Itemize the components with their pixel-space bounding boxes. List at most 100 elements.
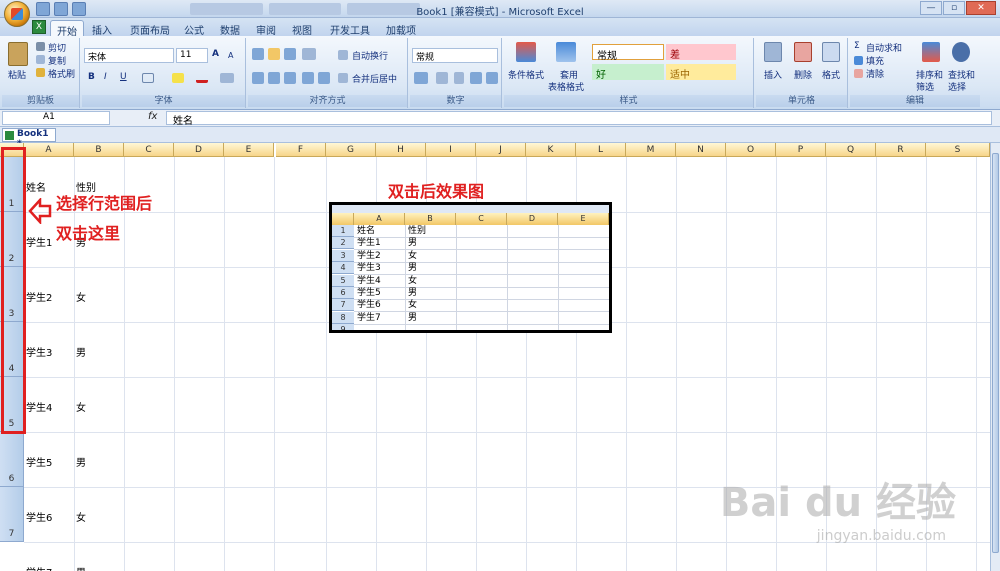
paste-button[interactable]: 粘贴 (8, 68, 26, 81)
border-icon[interactable] (142, 73, 154, 83)
cell-a4[interactable]: 学生3 (26, 344, 52, 359)
align-left-icon[interactable] (252, 72, 264, 84)
style-bad[interactable]: 差 (666, 44, 736, 61)
cell-a2[interactable]: 学生1 (26, 234, 52, 249)
align-middle-icon[interactable] (268, 48, 280, 60)
clear-button[interactable]: 清除 (866, 67, 884, 80)
cell-a6[interactable]: 学生5 (26, 454, 52, 469)
maximize-button[interactable]: ▫ (943, 1, 965, 15)
orientation-icon[interactable] (302, 48, 316, 60)
tab-review[interactable]: 审阅 (250, 20, 282, 37)
align-bottom-icon[interactable] (284, 48, 296, 60)
style-neutral[interactable]: 适中 (666, 64, 736, 81)
cell-a5[interactable]: 学生4 (26, 399, 52, 414)
cell-a7[interactable]: 学生6 (26, 509, 52, 524)
formula-input[interactable]: 姓名 (166, 111, 992, 127)
autosum-button[interactable]: 自动求和 (866, 41, 902, 54)
cell-b5[interactable]: 女 (76, 399, 86, 414)
insert-cells-button[interactable]: 插入 (764, 68, 782, 81)
tab-view[interactable]: 视图 (286, 20, 318, 37)
tab-data[interactable]: 数据 (214, 20, 246, 37)
column-header-r[interactable]: R (876, 143, 926, 157)
phonetic-icon[interactable] (220, 73, 234, 83)
column-header-q[interactable]: Q (826, 143, 876, 157)
format-cells-button[interactable]: 格式 (822, 68, 840, 81)
close-button[interactable]: ✕ (966, 1, 996, 15)
column-header-b[interactable]: B (74, 143, 124, 157)
paste-icon[interactable] (8, 42, 28, 66)
cell-a3[interactable]: 学生2 (26, 289, 52, 304)
increase-decimal-icon[interactable] (470, 72, 482, 84)
font-color-icon[interactable] (196, 73, 208, 83)
column-header-d[interactable]: D (174, 143, 224, 157)
scrollbar-thumb[interactable] (992, 153, 999, 553)
column-header-s[interactable]: S (926, 143, 990, 157)
tab-formulas[interactable]: 公式 (178, 20, 210, 37)
tab-home[interactable]: 开始 (50, 20, 84, 38)
comma-icon[interactable] (454, 72, 464, 84)
minimize-button[interactable]: — (920, 1, 942, 15)
decrease-indent-icon[interactable] (302, 72, 314, 84)
column-header-c[interactable]: C (124, 143, 174, 157)
conditional-format-button[interactable]: 条件格式 (508, 68, 544, 81)
column-header-o[interactable]: O (726, 143, 776, 157)
align-top-icon[interactable] (252, 48, 264, 60)
find-select-label-2[interactable]: 选择 (948, 80, 966, 93)
column-header-k[interactable]: K (526, 143, 576, 157)
office-button[interactable] (4, 1, 30, 27)
cell-b4[interactable]: 男 (76, 344, 86, 359)
shrink-font-button[interactable]: A (228, 51, 233, 60)
cell-a1[interactable]: 姓名 (26, 179, 46, 194)
cell-b7[interactable]: 女 (76, 509, 86, 524)
column-header-a[interactable]: A (24, 143, 74, 157)
column-header-i[interactable]: I (426, 143, 476, 157)
column-header-j[interactable]: J (476, 143, 526, 157)
wrap-text-button[interactable]: 自动换行 (352, 49, 388, 62)
insert-function-icon[interactable]: fx (148, 111, 164, 122)
vertical-scrollbar[interactable] (990, 143, 1000, 571)
percent-icon[interactable] (436, 72, 448, 84)
font-size-combo[interactable]: 11 (176, 48, 208, 63)
style-normal[interactable]: 常规 (592, 44, 664, 62)
number-format-combo[interactable]: 常规 (412, 48, 498, 63)
column-header-e[interactable]: E (224, 143, 274, 157)
copy-button[interactable]: 复制 (48, 54, 66, 67)
style-good[interactable]: 好 (592, 64, 664, 81)
align-right-icon[interactable] (284, 72, 296, 84)
align-center-icon[interactable] (268, 72, 280, 84)
column-header-l[interactable]: L (576, 143, 626, 157)
cell-a8[interactable]: 学生7 (26, 564, 52, 571)
italic-button[interactable]: I (104, 72, 107, 82)
column-header-n[interactable]: N (676, 143, 726, 157)
column-header-f[interactable]: F (276, 143, 326, 157)
tab-addins[interactable]: 加载项 (380, 20, 422, 37)
tab-page-layout[interactable]: 页面布局 (124, 20, 176, 37)
cut-button[interactable]: 剪切 (48, 41, 66, 54)
cell-b6[interactable]: 男 (76, 454, 86, 469)
tab-insert[interactable]: 插入 (86, 20, 118, 37)
column-header-h[interactable]: H (376, 143, 426, 157)
delete-cells-button[interactable]: 删除 (794, 68, 812, 81)
column-header-m[interactable]: M (626, 143, 676, 157)
row-header-7[interactable]: 7 (0, 487, 24, 542)
font-name-combo[interactable]: 宋体 (84, 48, 174, 63)
fill-color-icon[interactable] (172, 73, 184, 83)
sort-filter-label-2[interactable]: 筛选 (916, 80, 934, 93)
format-painter-button[interactable]: 格式刷 (48, 67, 75, 80)
tab-developer[interactable]: 开发工具 (324, 20, 376, 37)
fill-button[interactable]: 填充 (866, 54, 884, 67)
table-format-label-2[interactable]: 表格格式 (548, 80, 584, 93)
underline-button[interactable]: U (120, 72, 127, 82)
cell-b3[interactable]: 女 (76, 289, 86, 304)
grow-font-button[interactable]: A (212, 49, 219, 59)
merge-center-button[interactable]: 合并后居中 (352, 72, 397, 85)
column-header-p[interactable]: P (776, 143, 826, 157)
accounting-format-icon[interactable] (414, 72, 428, 84)
cell-b8[interactable]: 男 (76, 564, 86, 571)
increase-indent-icon[interactable] (318, 72, 330, 84)
column-header-g[interactable]: G (326, 143, 376, 157)
name-box[interactable]: A1 (2, 111, 110, 125)
decrease-decimal-icon[interactable] (486, 72, 498, 84)
row-header-6[interactable]: 6 (0, 432, 24, 487)
workbook-tab[interactable]: Book1 * (2, 128, 56, 149)
